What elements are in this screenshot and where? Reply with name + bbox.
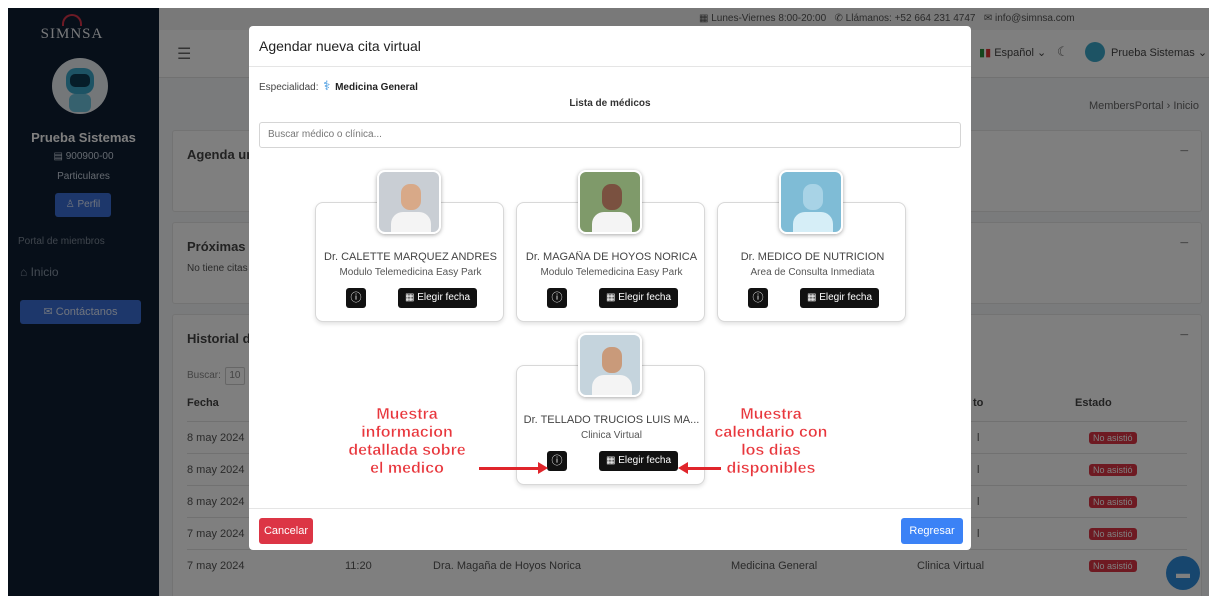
app-frame: SIMNSA Prueba Sistemas ▤ 900900-00 Parti… <box>8 8 1209 596</box>
doctor-name: Dr. MEDICO DE NUTRICION <box>740 251 885 263</box>
info-icon: ⓘ <box>551 292 563 304</box>
annotation-info: Muestra informacion detallada sobre el medi… <box>348 406 466 477</box>
specialty-value: Medicina General <box>335 82 418 93</box>
back-button[interactable]: Regresar <box>901 518 963 544</box>
divider <box>249 508 971 509</box>
doctor-location: Modulo Telemedicina Easy Park <box>540 267 683 278</box>
doctor-location: Clinica Virtual <box>581 430 642 441</box>
doctor-name: Dr. TELLADO TRUCIOS LUIS MA... <box>523 414 700 426</box>
doctor-name: Dr. MAGAÑA DE HOYOS NORICA <box>525 251 698 263</box>
doctor-location: Area de Consulta Inmediata <box>750 267 875 278</box>
info-icon: ⓘ <box>551 455 563 467</box>
doctor-search-input[interactable]: Buscar médico o clínica... <box>259 122 961 148</box>
specialty-line: Especialidad: ⚕ Medicina General <box>259 78 418 93</box>
calendar-icon: ▦ <box>404 292 418 303</box>
pick-date-button[interactable]: ▦ Elegir fecha <box>599 451 678 471</box>
pick-date-button[interactable]: ▦ Elegir fecha <box>800 288 879 308</box>
pick-date-button[interactable]: ▦ Elegir fecha <box>599 288 678 308</box>
arrow-left-icon <box>678 462 721 474</box>
info-button[interactable]: ⓘ <box>547 288 567 308</box>
annotation-calendar: Muestra calendario con los dias disponibles <box>714 406 828 477</box>
doctor-photo <box>779 170 843 234</box>
calendar-icon: ▦ <box>605 455 619 466</box>
calendar-icon: ▦ <box>605 292 619 303</box>
info-button[interactable]: ⓘ <box>547 451 567 471</box>
modal-title: Agendar nueva cita virtual <box>259 38 421 54</box>
new-appointment-modal: Agendar nueva cita virtual Especialidad:… <box>249 26 971 550</box>
info-button[interactable]: ⓘ <box>346 288 366 308</box>
calendar-icon: ▦ <box>806 292 820 303</box>
pick-date-button[interactable]: ▦ Elegir fecha <box>398 288 477 308</box>
arrow-right-icon <box>479 462 548 474</box>
info-icon: ⓘ <box>752 292 764 304</box>
doctor-list-title: Lista de médicos <box>569 98 651 109</box>
doctor-photo <box>578 333 642 397</box>
info-button[interactable]: ⓘ <box>748 288 768 308</box>
info-icon: ⓘ <box>350 292 362 304</box>
doctor-name: Dr. CALETTE MARQUEZ ANDRES <box>324 251 497 263</box>
cancel-button[interactable]: Cancelar <box>259 518 313 544</box>
divider <box>249 66 971 67</box>
stethoscope-icon: ⚕ <box>323 78 331 93</box>
doctor-photo <box>578 170 642 234</box>
doctor-photo <box>377 170 441 234</box>
doctor-location: Modulo Telemedicina Easy Park <box>339 267 482 278</box>
